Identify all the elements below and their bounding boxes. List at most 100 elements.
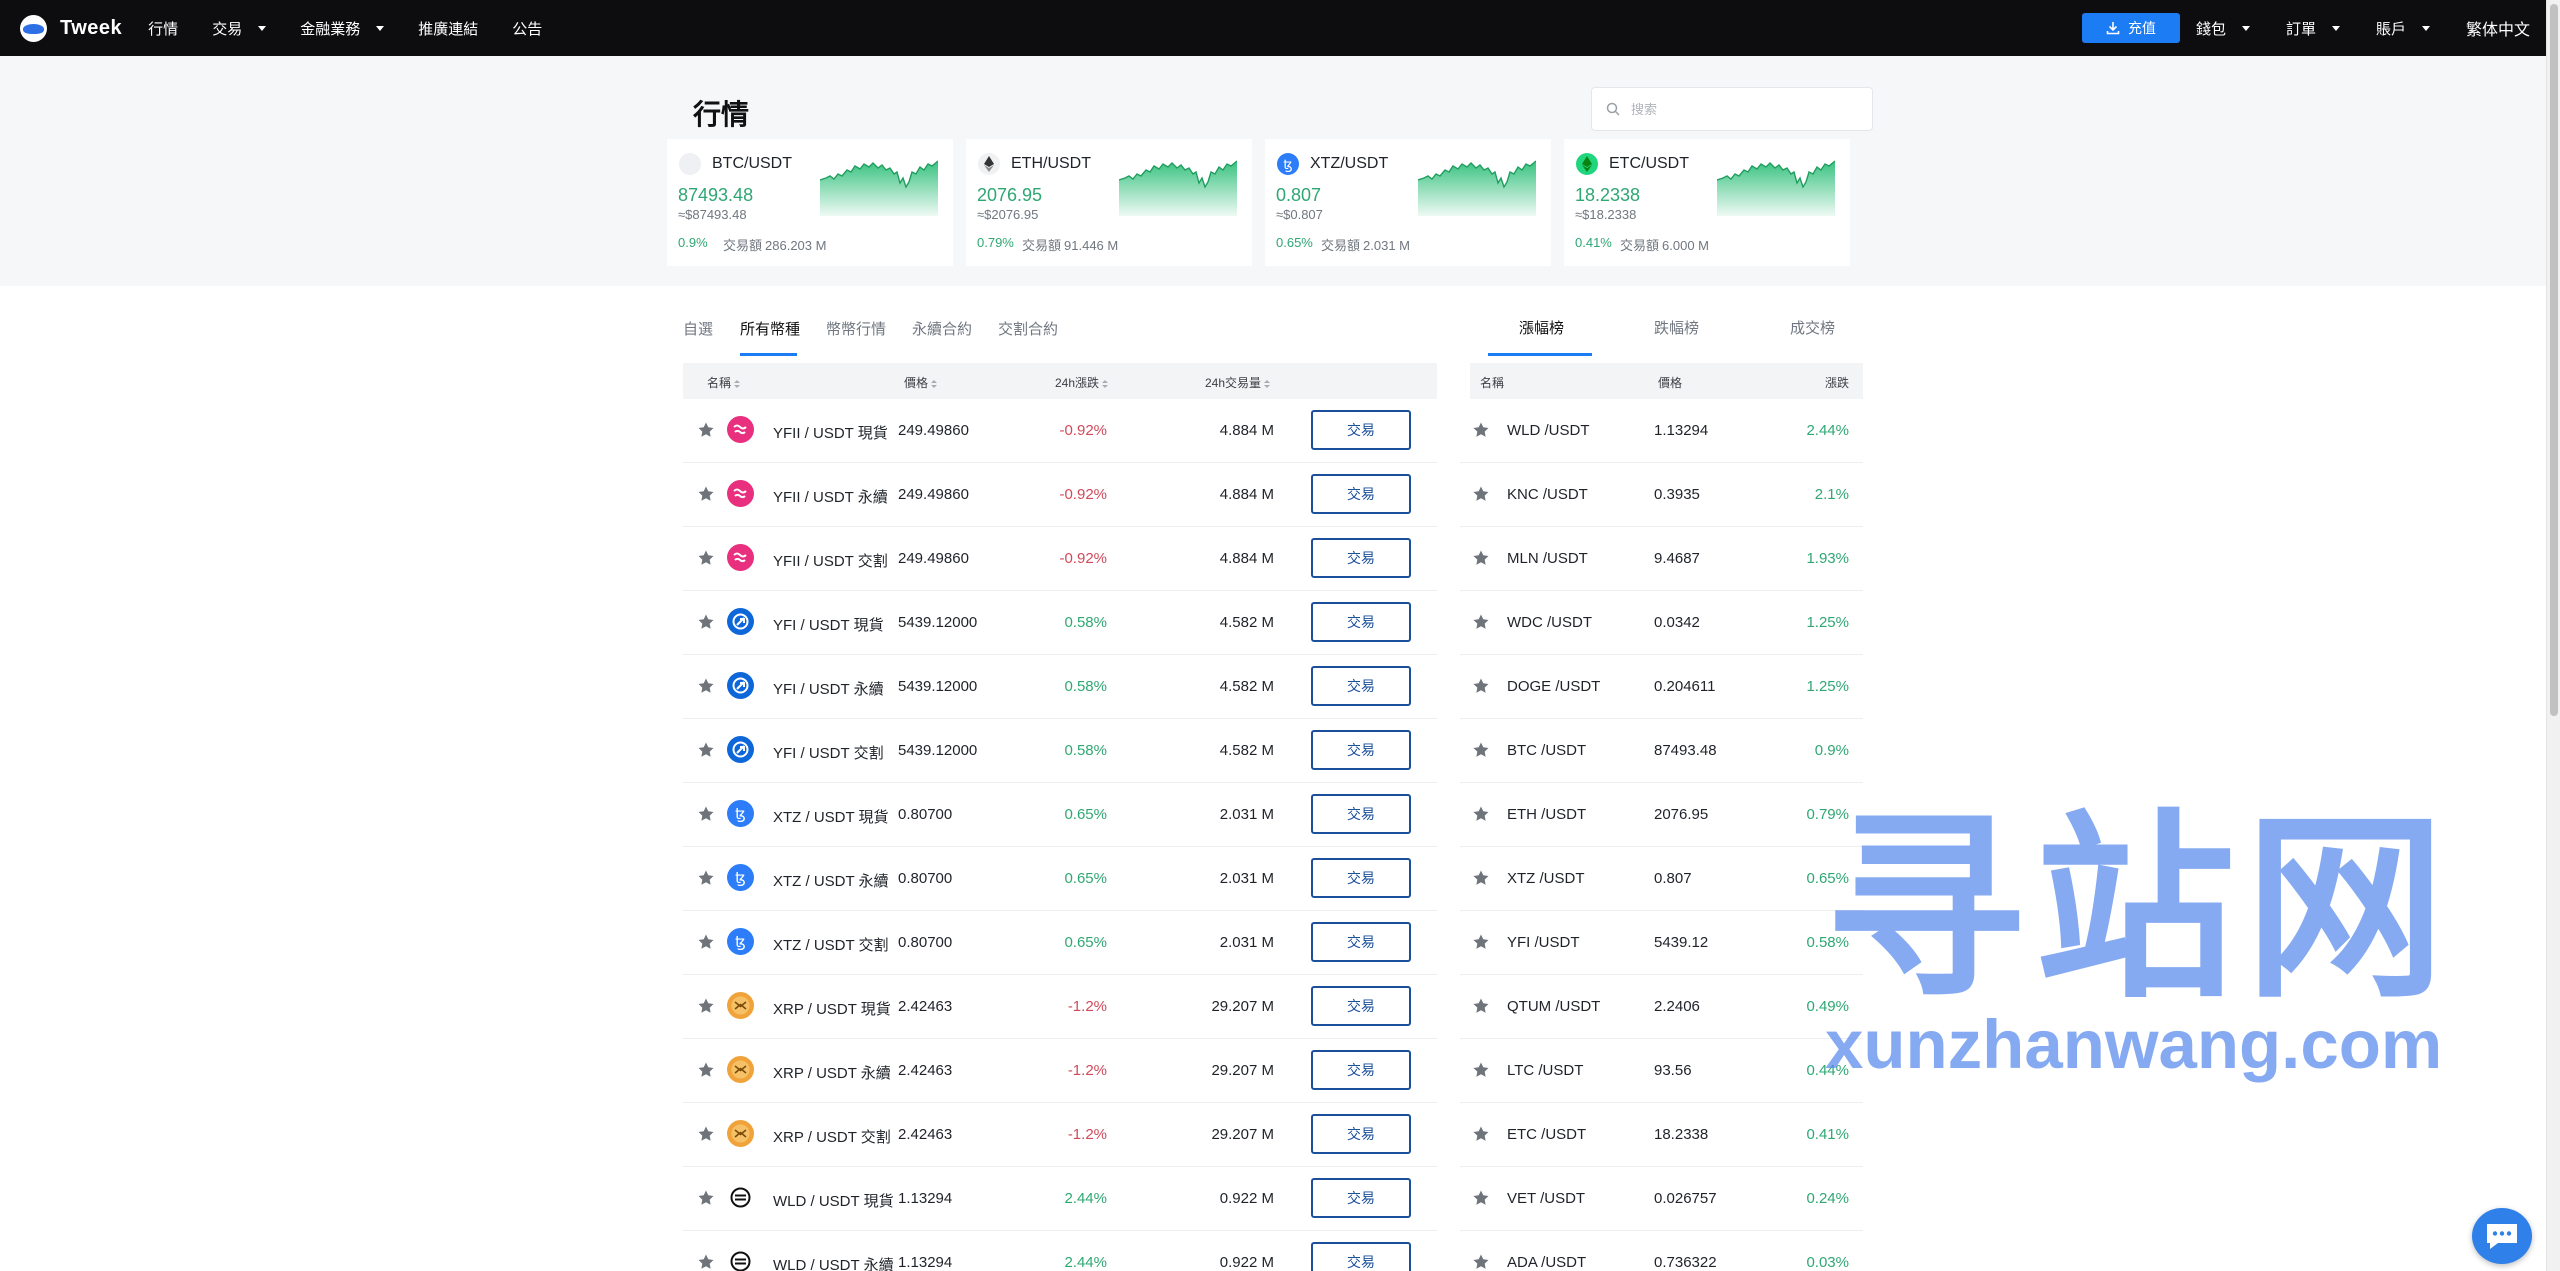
favorite-star-icon[interactable] [1472, 549, 1490, 567]
table-row[interactable]: YFI / USDT 交割 5439.12000 0.58% 4.582 M 交易 [683, 719, 1437, 783]
list-item[interactable]: ETC /USDT 18.2338 0.41% [1460, 1103, 1863, 1167]
trade-button[interactable]: 交易 [1311, 1050, 1411, 1090]
nav-item-3[interactable]: 推廣連結 [418, 18, 478, 39]
trade-button[interactable]: 交易 [1311, 730, 1411, 770]
favorite-star-icon[interactable] [697, 1125, 715, 1143]
favorite-star-icon[interactable] [697, 933, 715, 951]
favorite-star-icon[interactable] [1472, 933, 1490, 951]
favorite-star-icon[interactable] [1472, 1253, 1490, 1271]
favorite-star-icon[interactable] [697, 997, 715, 1015]
list-item[interactable]: QTUM /USDT 2.2406 0.49% [1460, 975, 1863, 1039]
favorite-star-icon[interactable] [1472, 805, 1490, 823]
table-row[interactable]: WLD / USDT 現貨 1.13294 2.44% 0.922 M 交易 [683, 1167, 1437, 1231]
tab-market-2[interactable]: 幣幣行情 [826, 318, 886, 339]
list-item[interactable]: WDC /USDT 0.0342 1.25% [1460, 591, 1863, 655]
account-menu-item-2[interactable]: 賬戶 [2376, 18, 2430, 39]
favorite-star-icon[interactable] [1472, 485, 1490, 503]
trade-button[interactable]: 交易 [1311, 1242, 1411, 1271]
trade-button[interactable]: 交易 [1311, 858, 1411, 898]
favorite-star-icon[interactable] [1472, 1189, 1490, 1207]
favorite-star-icon[interactable] [697, 677, 715, 695]
list-item[interactable]: ADA /USDT 0.736322 0.03% [1460, 1231, 1863, 1271]
trade-button[interactable]: 交易 [1311, 474, 1411, 514]
nav-item-2[interactable]: 金融業務 [300, 18, 385, 39]
trade-button[interactable]: 交易 [1311, 1178, 1411, 1218]
favorite-star-icon[interactable] [1472, 997, 1490, 1015]
trade-button[interactable]: 交易 [1311, 1114, 1411, 1154]
tab-ranking-0[interactable]: 漲幅榜 [1519, 317, 1564, 338]
scrollbar-thumb[interactable] [2550, 4, 2558, 716]
favorite-star-icon[interactable] [697, 421, 715, 439]
favorite-star-icon[interactable] [1472, 677, 1490, 695]
col-name[interactable]: 名稱 [707, 374, 741, 391]
favorite-star-icon[interactable] [697, 1253, 715, 1271]
table-row[interactable]: YFII / USDT 現貨 249.49860 -0.92% 4.884 M 交易 [683, 399, 1437, 463]
trade-button[interactable]: 交易 [1311, 794, 1411, 834]
trade-button[interactable]: 交易 [1311, 410, 1411, 450]
favorite-star-icon[interactable] [1472, 1125, 1490, 1143]
list-item[interactable]: BTC /USDT 87493.48 0.9% [1460, 719, 1863, 783]
col-volume[interactable]: 24h交易量 [1205, 374, 1271, 391]
brand-logo[interactable]: Tweek [20, 14, 122, 42]
table-row[interactable]: YFII / USDT 交割 249.49860 -0.92% 4.884 M 交易 [683, 527, 1437, 591]
favorite-star-icon[interactable] [1472, 421, 1490, 439]
nav-item-1[interactable]: 交易 [212, 18, 267, 39]
list-item[interactable]: DOGE /USDT 0.204611 1.25% [1460, 655, 1863, 719]
table-row[interactable]: YFI / USDT 永續 5439.12000 0.58% 4.582 M 交易 [683, 655, 1437, 719]
trade-button[interactable]: 交易 [1311, 666, 1411, 706]
list-item[interactable]: YFI /USDT 5439.12 0.58% [1460, 911, 1863, 975]
list-item[interactable]: LTC /USDT 93.56 0.44% [1460, 1039, 1863, 1103]
trade-button[interactable]: 交易 [1311, 538, 1411, 578]
favorite-star-icon[interactable] [697, 549, 715, 567]
list-item[interactable]: KNC /USDT 0.3935 2.1% [1460, 463, 1863, 527]
search-input[interactable] [1631, 101, 1851, 117]
favorite-star-icon[interactable] [1472, 869, 1490, 887]
language-selector[interactable]: 繁体中文 [2466, 16, 2530, 40]
table-row[interactable]: YFI / USDT 現貨 5439.12000 0.58% 4.582 M 交易 [683, 591, 1437, 655]
favorite-star-icon[interactable] [1472, 613, 1490, 631]
favorite-star-icon[interactable] [1472, 1061, 1490, 1079]
table-row[interactable]: ꜩ XTZ / USDT 交割 0.80700 0.65% 2.031 M 交易 [683, 911, 1437, 975]
trade-button[interactable]: 交易 [1311, 922, 1411, 962]
account-menu-item-0[interactable]: 錢包 [2196, 18, 2250, 39]
nav-item-0[interactable]: 行情 [148, 18, 178, 39]
ticker-card[interactable]: ETC/USDT 18.2338 ≈$18.2338 0.41% 交易額 6.000 M [1564, 139, 1850, 266]
ticker-card[interactable]: ETH/USDT 2076.95 ≈$2076.95 0.79% 交易額 91.446 M [966, 139, 1252, 266]
table-row[interactable]: XRP / USDT 永續 2.42463 -1.2% 29.207 M 交易 [683, 1039, 1437, 1103]
table-row[interactable]: ꜩ XTZ / USDT 現貨 0.80700 0.65% 2.031 M 交易 [683, 783, 1437, 847]
ticker-card[interactable]: ꜩ XTZ/USDT 0.807 ≈$0.807 0.65% 交易額 2.031 M [1265, 139, 1551, 266]
favorite-star-icon[interactable] [697, 1189, 715, 1207]
tab-market-3[interactable]: 永續合約 [912, 318, 972, 339]
favorite-star-icon[interactable] [697, 869, 715, 887]
trade-button[interactable]: 交易 [1311, 602, 1411, 642]
tab-market-4[interactable]: 交割合約 [998, 318, 1058, 339]
table-row[interactable]: XRP / USDT 交割 2.42463 -1.2% 29.207 M 交易 [683, 1103, 1437, 1167]
tab-market-0[interactable]: 自選 [683, 318, 713, 339]
favorite-star-icon[interactable] [697, 485, 715, 503]
search-box[interactable] [1591, 87, 1873, 131]
table-row[interactable]: WLD / USDT 永續 1.13294 2.44% 0.922 M 交易 [683, 1231, 1437, 1271]
favorite-star-icon[interactable] [697, 613, 715, 631]
trade-button[interactable]: 交易 [1311, 986, 1411, 1026]
page-scrollbar[interactable] [2546, 0, 2560, 1271]
list-item[interactable]: MLN /USDT 9.4687 1.93% [1460, 527, 1863, 591]
list-item[interactable]: VET /USDT 0.026757 0.24% [1460, 1167, 1863, 1231]
favorite-star-icon[interactable] [1472, 741, 1490, 759]
tab-market-1[interactable]: 所有幣種 [740, 318, 800, 339]
list-item[interactable]: WLD /USDT 1.13294 2.44% [1460, 399, 1863, 463]
favorite-star-icon[interactable] [697, 741, 715, 759]
account-menu-item-1[interactable]: 訂單 [2286, 18, 2340, 39]
chat-button[interactable] [2472, 1208, 2532, 1264]
list-item[interactable]: XTZ /USDT 0.807 0.65% [1460, 847, 1863, 911]
deposit-button[interactable]: 充值 [2081, 13, 2180, 43]
list-item[interactable]: ETH /USDT 2076.95 0.79% [1460, 783, 1863, 847]
col-price[interactable]: 價格 [904, 374, 938, 391]
tab-ranking-1[interactable]: 跌幅榜 [1654, 317, 1699, 338]
col-change[interactable]: 24h漲跌 [1055, 374, 1109, 391]
ticker-card[interactable]: BTC/USDT 87493.48 ≈$87493.48 0.9% 交易額 286.203… [667, 139, 953, 266]
tab-ranking-2[interactable]: 成交榜 [1790, 317, 1835, 338]
table-row[interactable]: ꜩ XTZ / USDT 永續 0.80700 0.65% 2.031 M 交易 [683, 847, 1437, 911]
favorite-star-icon[interactable] [697, 1061, 715, 1079]
nav-item-4[interactable]: 公告 [512, 18, 542, 39]
table-row[interactable]: XRP / USDT 現貨 2.42463 -1.2% 29.207 M 交易 [683, 975, 1437, 1039]
